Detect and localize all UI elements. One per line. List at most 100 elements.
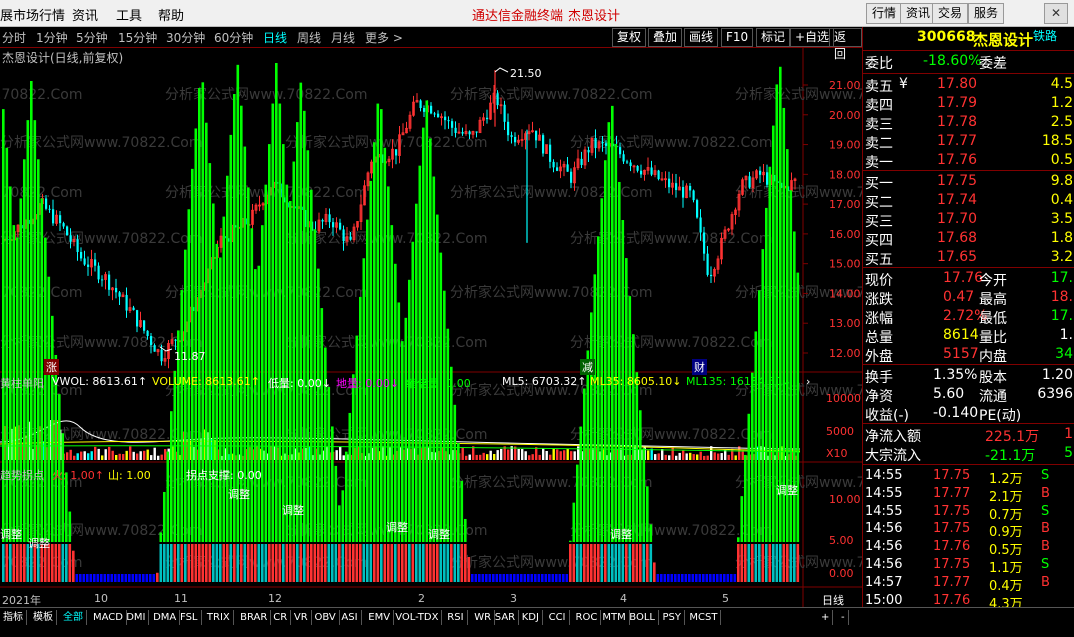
menu-market[interactable]: 展市场行情: [0, 5, 65, 24]
f10-button[interactable]: F10: [721, 28, 754, 47]
period-daily[interactable]: 日线: [263, 29, 287, 46]
tick-row[interactable]: 14:55 17.75 0.7万 S: [863, 504, 1074, 523]
indicator-tab-dmi[interactable]: DMI: [123, 610, 150, 625]
indicator-bar: [173, 370, 177, 542]
status-bar: [0, 627, 1074, 637]
period-15min[interactable]: 15分钟: [118, 29, 157, 46]
close-icon[interactable]: ✕: [1044, 3, 1068, 24]
period-1min[interactable]: 1分钟: [36, 29, 68, 46]
indicator-bar: [2, 544, 5, 582]
indicator-bar: [779, 544, 782, 582]
stat-row[interactable]: 换手 1.35% 股本 1.20: [863, 367, 1074, 386]
tick-row[interactable]: 14:57 17.77 0.4万 B: [863, 575, 1074, 594]
stat-row[interactable]: 现价 17.76 今开 17.: [863, 270, 1074, 289]
candle-body: [430, 105, 433, 114]
indicator-tab-obv[interactable]: OBV: [312, 610, 340, 625]
volume-bar: [507, 449, 510, 460]
stat-row[interactable]: 涨幅 2.72% 最低 17.: [863, 308, 1074, 327]
marker-cai[interactable]: 财: [692, 359, 707, 375]
tick-row[interactable]: 14:55 17.77 2.1万 B: [863, 486, 1074, 505]
period-5min[interactable]: 5分钟: [76, 29, 108, 46]
indicator-tab-trix[interactable]: TRIX: [204, 610, 234, 625]
kline-chart[interactable]: 分析家公式网www.70822.Com 分析家公式网www.70822.Com 分析…: [0, 47, 862, 607]
menu-help[interactable]: 帮助: [158, 5, 184, 24]
news-button[interactable]: 资讯: [900, 3, 937, 24]
period-weekly[interactable]: 周线: [297, 29, 321, 46]
add-watchlist-button[interactable]: +自选: [790, 28, 835, 47]
tick-row[interactable]: 14:56 17.75 1.1万 S: [863, 557, 1074, 576]
period-timeshare[interactable]: 分时: [2, 29, 26, 46]
trade-button[interactable]: 交易: [932, 3, 969, 24]
candle-body: [136, 310, 139, 327]
zoom-in-button[interactable]: +: [818, 610, 834, 625]
indicator-tab-macd[interactable]: MACD: [90, 610, 127, 625]
flow-row[interactable]: 大宗流入 -21.1万 5: [863, 445, 1074, 464]
indicator-bar: [352, 374, 355, 542]
indicator-tab-emv[interactable]: EMV: [365, 610, 395, 625]
fuquan-button[interactable]: 复权: [612, 28, 647, 47]
flow-row[interactable]: 净流入额 225.1万 1: [863, 426, 1074, 445]
stat-row[interactable]: 外盘 5157 内盘 34: [863, 346, 1074, 365]
zoom-out-button[interactable]: -: [838, 610, 849, 625]
stat-row[interactable]: 涨跌 0.47 最高 18.: [863, 289, 1074, 308]
indicator-tab-asi[interactable]: ASI: [338, 610, 362, 625]
sector-tag[interactable]: 铁路: [1033, 27, 1057, 44]
overlay-button[interactable]: 叠加: [648, 28, 683, 47]
period-monthly[interactable]: 月线: [331, 29, 355, 46]
indicator-tab-vr[interactable]: VR: [291, 610, 312, 625]
bid-row[interactable]: 买五 17.65 3.2: [863, 249, 1074, 268]
tick-side: B: [1041, 521, 1050, 537]
bid-row[interactable]: 买三 17.70 3.5: [863, 211, 1074, 230]
indicator-tab-dma[interactable]: DMA: [150, 610, 181, 625]
stat-row[interactable]: 收益(-) -0.140 PE(动): [863, 405, 1074, 424]
indicator-tab-指标[interactable]: 指标: [0, 610, 27, 625]
marker-zhang[interactable]: 涨: [44, 359, 59, 375]
vol-legend-more[interactable]: ›: [806, 375, 810, 388]
tick-row[interactable]: 14:56 17.75 0.9万 B: [863, 521, 1074, 540]
indicator-bar: [170, 411, 173, 542]
ask-row[interactable]: 卖一 17.76 0.5: [863, 152, 1074, 171]
indicator-tab-roc[interactable]: ROC: [573, 610, 602, 625]
bid-row[interactable]: 买二 17.74 0.4: [863, 192, 1074, 211]
indicator-tab-cci[interactable]: CCI: [546, 610, 570, 625]
stat-row[interactable]: 总量 8614 量比 1.: [863, 327, 1074, 346]
indicator-tab-kdj[interactable]: KDJ: [519, 610, 543, 625]
period-60min[interactable]: 60分钟: [214, 29, 253, 46]
flow-value: 225.1万: [985, 429, 1040, 445]
menu-news[interactable]: 资讯: [72, 5, 98, 24]
period-30min[interactable]: 30分钟: [166, 29, 205, 46]
bid-row[interactable]: 买四 17.68 1.8: [863, 230, 1074, 249]
indicator-bar: [621, 544, 625, 582]
period-more[interactable]: 更多 >: [365, 29, 403, 46]
indicator-tab-全部[interactable]: 全部: [60, 610, 87, 625]
back-button[interactable]: 返回: [829, 28, 862, 61]
indicator-bar: [362, 544, 366, 582]
ask-row[interactable]: 卖二 17.77 18.5: [863, 133, 1074, 152]
indicator-bar: [719, 574, 723, 582]
draw-line-button[interactable]: 画线: [684, 28, 719, 47]
stat-row[interactable]: 净资 5.60 流通 6396: [863, 386, 1074, 405]
indicator-tab-vol-tdx[interactable]: VOL-TDX: [392, 610, 443, 625]
indicator-tab-mcst[interactable]: MCST: [686, 610, 722, 625]
menu-tools[interactable]: 工具: [116, 5, 142, 24]
marker-jian[interactable]: 减: [580, 359, 595, 375]
mark-button[interactable]: 标记: [756, 28, 791, 47]
indicator-tab-模板[interactable]: 模板: [30, 610, 57, 625]
tick-row[interactable]: 14:56 17.76 0.5万 B: [863, 539, 1074, 558]
ask-row[interactable]: 卖五 ¥17.80 4.5: [863, 76, 1074, 95]
indicator-tab-brar[interactable]: BRAR: [237, 610, 272, 625]
indicator-tab-fsl[interactable]: FSL: [177, 610, 202, 625]
indicator-tab-rsi[interactable]: RSI: [444, 610, 468, 625]
quote-button[interactable]: 行情: [866, 3, 903, 24]
indicator-tab-sar[interactable]: SAR: [492, 610, 520, 625]
tick-row[interactable]: 14:55 17.75 1.2万 S: [863, 468, 1074, 487]
ask-row[interactable]: 卖四 17.79 1.2: [863, 95, 1074, 114]
indicator-tab-boll[interactable]: BOLL: [626, 610, 659, 625]
bid-row[interactable]: 买一 17.75 9.8: [863, 173, 1074, 192]
indicator-bar: [243, 544, 247, 582]
indicator-tab-psy[interactable]: PSY: [660, 610, 685, 625]
indicator-tab-cr[interactable]: CR: [270, 610, 292, 625]
indicator-tab-mtm[interactable]: MTM: [599, 610, 630, 625]
service-button[interactable]: 服务: [968, 3, 1005, 24]
ask-row[interactable]: 卖三 17.78 2.5: [863, 114, 1074, 133]
